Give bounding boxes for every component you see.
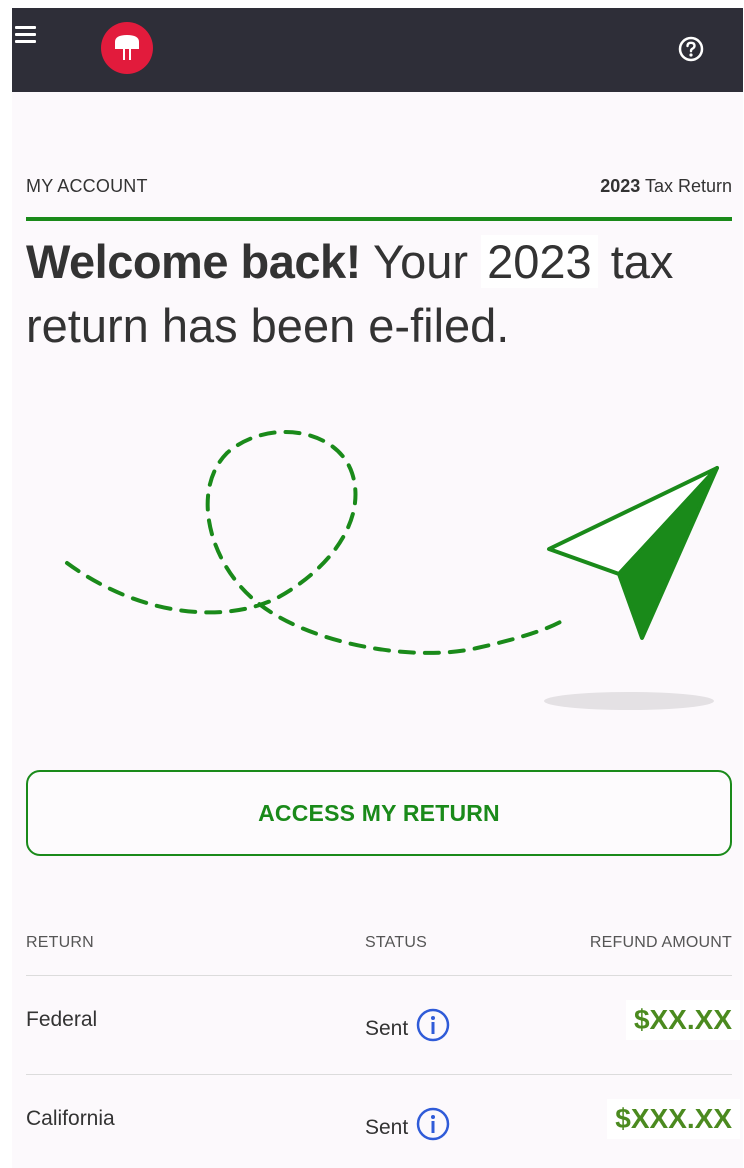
- welcome-text: Welcome back!: [26, 235, 361, 288]
- table-row[interactable]: California Sent $XXX.XX: [26, 1075, 740, 1168]
- column-header-refund: REFUND AMOUNT: [589, 934, 732, 951]
- dashed-flight-path: [65, 430, 569, 655]
- headline-your: Your: [373, 235, 482, 288]
- refund-amount: $XX.XX: [625, 1000, 740, 1040]
- tax-year: 2023: [600, 176, 641, 196]
- header-divider: [26, 217, 732, 221]
- question-circle-icon[interactable]: [678, 36, 704, 62]
- top-navigation-bar: [12, 8, 743, 92]
- info-icon[interactable]: [416, 1008, 450, 1042]
- headline-year: 2023: [481, 235, 598, 288]
- paper-plane-illustration: [12, 408, 743, 728]
- app-screen: MY ACCOUNT 2023 Tax Return Welcome back!…: [12, 8, 743, 1168]
- status-text: Sent: [365, 1116, 409, 1139]
- my-account-label: MY ACCOUNT: [26, 176, 148, 196]
- status-cell: Sent: [365, 1008, 450, 1042]
- paper-plane-icon: [547, 466, 719, 640]
- tax-return-label: 2023 Tax Return: [600, 176, 732, 197]
- page-title: Welcome back! Your 2023 tax return has b…: [26, 230, 738, 358]
- return-name: California: [26, 1107, 115, 1130]
- info-icon[interactable]: [416, 1107, 450, 1141]
- status-text: Sent: [365, 1017, 409, 1040]
- headline-rest-2: return has been e-filed.: [26, 299, 510, 352]
- table-header: RETURN STATUS REFUND AMOUNT: [26, 928, 732, 976]
- column-header-return: RETURN: [26, 934, 94, 951]
- headline-rest-1: tax: [597, 235, 674, 288]
- access-my-return-label: ACCESS MY RETURN: [258, 799, 500, 826]
- refund-amount: $XXX.XX: [607, 1099, 740, 1139]
- returns-table: RETURN STATUS REFUND AMOUNT Federal Sent…: [26, 928, 740, 1168]
- tax-return-text: Tax Return: [644, 176, 732, 196]
- table-row[interactable]: Federal Sent $XX.XX: [26, 976, 740, 1075]
- access-my-return-button[interactable]: ACCESS MY RETURN: [26, 770, 732, 856]
- plane-shadow: [544, 692, 714, 710]
- helmet-logo-icon[interactable]: [101, 22, 153, 74]
- hamburger-menu-icon[interactable]: [15, 26, 37, 46]
- return-name: Federal: [26, 1008, 98, 1031]
- status-cell: Sent: [365, 1107, 450, 1141]
- column-header-status: STATUS: [365, 934, 427, 951]
- account-header: MY ACCOUNT 2023 Tax Return: [26, 176, 732, 200]
